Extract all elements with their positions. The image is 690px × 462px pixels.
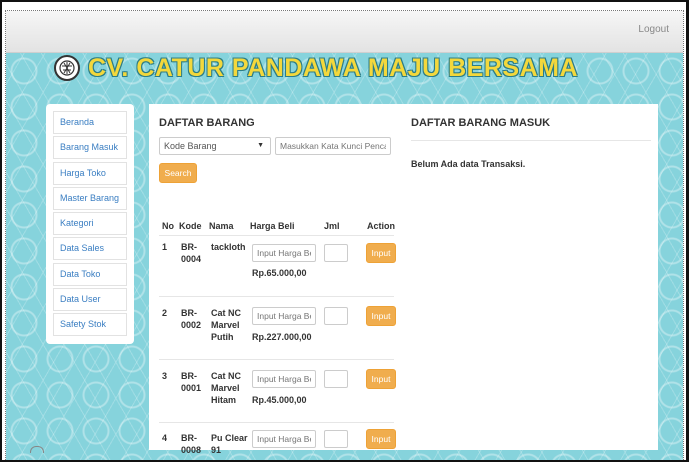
purchase-price: Rp.45.000,00	[252, 395, 307, 405]
price-input[interactable]	[252, 307, 316, 325]
search-button[interactable]: Search	[159, 163, 197, 183]
emblem-graphic	[59, 60, 75, 76]
quantity-input[interactable]	[324, 244, 348, 262]
quantity-input[interactable]	[324, 430, 348, 448]
row-no: 4	[162, 433, 168, 443]
quantity-input[interactable]	[324, 307, 348, 325]
row-kode-prefix: BR-	[181, 433, 197, 443]
sidebar-item-safety-stok[interactable]: Safety Stok	[53, 313, 127, 337]
sidebar-item-kategori[interactable]: Kategori	[53, 212, 127, 236]
row-kode-number: 0001	[181, 383, 202, 393]
column-header-no: No	[162, 221, 174, 231]
daftar-barang-heading: DAFTAR BARANG	[159, 117, 255, 129]
emblem-icon	[54, 55, 80, 81]
column-header-harga-beli: Harga Beli	[250, 221, 295, 231]
brand-header: CV. CATUR PANDAWA MAJU BERSAMA	[54, 50, 578, 86]
row-nama-line2: Marvel	[211, 383, 240, 393]
input-button[interactable]: Input	[366, 306, 396, 326]
daftar-barang-masuk-heading: DAFTAR BARANG MASUK	[411, 117, 551, 129]
row-kode-prefix: BR-	[181, 242, 197, 252]
column-divider	[399, 104, 400, 450]
sidebar-menu: Beranda Barang Masuk Harga Toko Master B…	[46, 104, 134, 344]
row-kode-prefix: BR-	[181, 308, 197, 318]
column-header-nama: Nama	[209, 221, 234, 231]
row-nama-line3: Putih	[211, 332, 234, 342]
price-input[interactable]	[252, 244, 316, 262]
sidebar-item-beranda[interactable]: Beranda	[53, 111, 127, 134]
row-nama-line1: Pu Clear	[211, 433, 248, 443]
row-divider	[159, 296, 394, 297]
sidebar-item-data-toko[interactable]: Data Toko	[53, 262, 127, 286]
chevron-down-icon: ▼	[257, 142, 264, 149]
row-kode-number: 0008	[181, 445, 202, 455]
row-nama: tackloth	[211, 242, 246, 252]
row-kode-number: 0002	[181, 320, 202, 330]
column-header-action: Action	[367, 221, 395, 231]
sidebar-item-harga-toko[interactable]: Harga Toko	[53, 161, 127, 185]
purchase-price: Rp.65.000,00	[252, 268, 307, 278]
input-button[interactable]: Input	[366, 429, 396, 449]
column-header-jml: Jml	[324, 221, 340, 231]
logout-link[interactable]: Logout	[638, 24, 669, 35]
input-button[interactable]: Input	[366, 243, 396, 263]
row-no: 2	[162, 308, 168, 318]
company-title: CV. CATUR PANDAWA MAJU BERSAMA	[88, 53, 579, 82]
row-no: 3	[162, 371, 168, 381]
price-input[interactable]	[252, 430, 316, 448]
sidebar-item-data-user[interactable]: Data User	[53, 288, 127, 312]
row-nama-line2: 91	[211, 445, 222, 455]
sidebar-item-master-barang[interactable]: Master Barang	[53, 186, 127, 210]
sidebar-item-data-sales[interactable]: Data Sales	[53, 237, 127, 261]
row-kode-number: 0004	[181, 254, 202, 264]
scroll-to-top-icon[interactable]	[30, 446, 44, 453]
search-filter-select[interactable]: Kode Barang ▼	[159, 137, 271, 155]
row-no: 1	[162, 242, 168, 252]
row-nama-line1: Cat NC	[211, 308, 242, 318]
column-header-kode: Kode	[179, 221, 202, 231]
row-nama-line2: Marvel	[211, 320, 240, 330]
row-divider	[159, 359, 394, 360]
quantity-input[interactable]	[324, 370, 348, 388]
row-kode-prefix: BR-	[181, 371, 197, 381]
price-input[interactable]	[252, 370, 316, 388]
row-nama-line1: Cat NC	[211, 371, 242, 381]
search-input[interactable]	[275, 137, 391, 155]
heading-divider	[411, 140, 651, 141]
row-nama-line3: Hitam	[211, 395, 237, 405]
row-divider	[159, 422, 394, 423]
top-navbar: Logout	[6, 11, 683, 53]
empty-state-message: Belum Ada data Transaksi.	[411, 159, 526, 169]
sidebar-item-barang-masuk[interactable]: Barang Masuk	[53, 136, 127, 160]
header-divider	[159, 235, 394, 236]
content-panel: DAFTAR BARANG Kode Barang ▼ Search No Ko…	[149, 104, 658, 455]
search-filter-value: Kode Barang	[164, 141, 217, 151]
purchase-price: Rp.227.000,00	[252, 332, 312, 342]
input-button[interactable]: Input	[366, 369, 396, 389]
